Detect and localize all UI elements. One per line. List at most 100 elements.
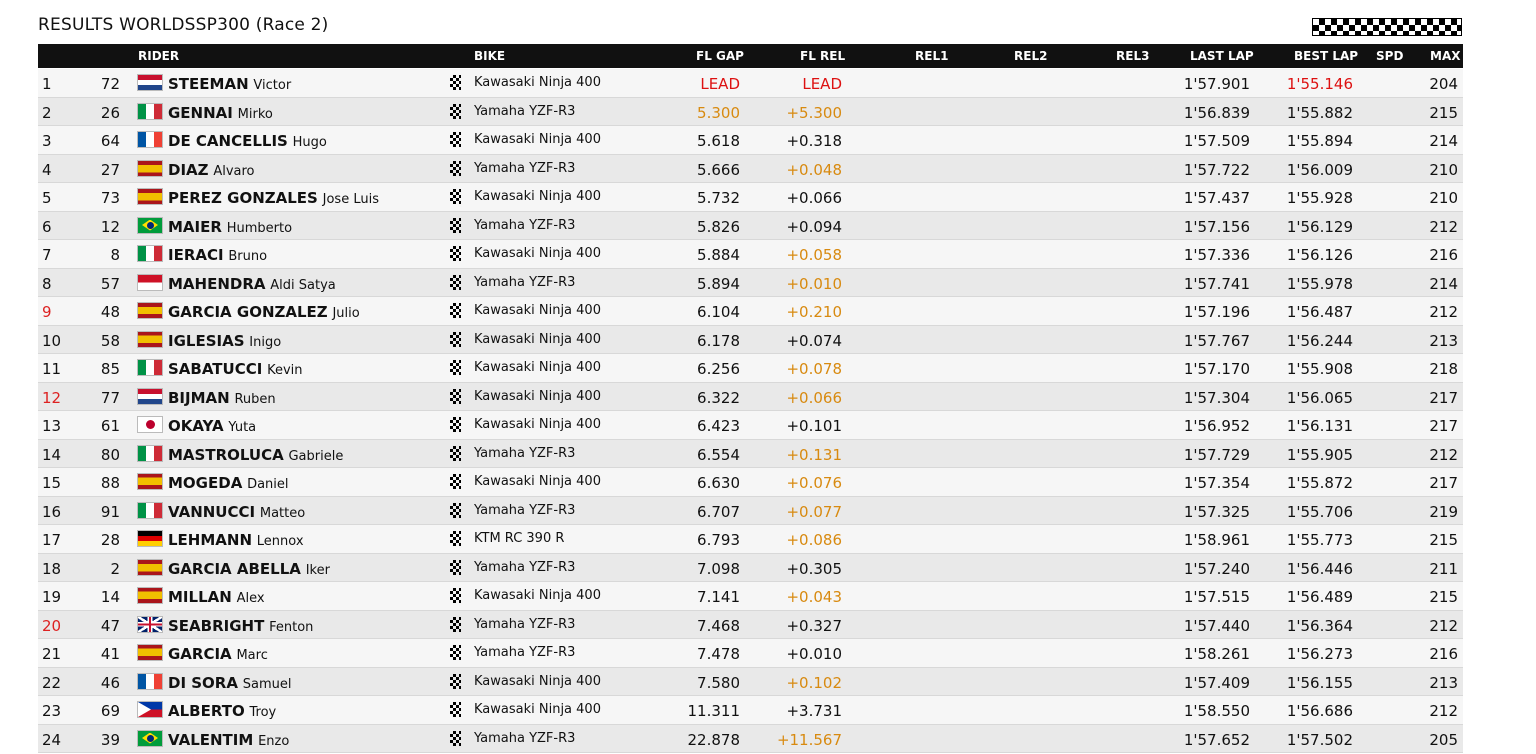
table-row[interactable]: 13 61 OKAYA Yuta Kawasaki Ninja 400 6.423 +0.… [38,411,1463,440]
rider-name[interactable]: GARCIA ABELLA Iker [168,560,330,578]
best-lap: 1'56.686 [1286,702,1353,720]
fl-gap: 6.707 [697,502,740,521]
table-row[interactable]: 3 64 DE CANCELLIS Hugo Kawasaki Ninja 400 5.… [38,126,1463,155]
bike-name: Yamaha YZF-R3 [474,274,576,290]
table-row[interactable]: 21 41 GARCIA Marc Yamaha YZF-R3 7.478 +0.010 1… [38,639,1463,668]
rider-last-name: GARCIA ABELLA [168,559,301,578]
country-flag-icon [137,501,163,519]
position: 7 [42,246,52,264]
max-speed: 212 [1429,445,1458,464]
table-row[interactable]: 9 48 GARCIA GONZALEZ Julio Kawasaki Ninja 4… [38,297,1463,326]
rider-first-name: Bruno [228,249,268,264]
bike-name: Kawasaki Ninja 400 [474,303,601,318]
checkered-flag-icon [450,588,461,603]
max-speed: 204 [1429,75,1458,93]
bike-name: Yamaha YZF-R3 [474,445,576,461]
rider-name[interactable]: MILLAN Alex [168,588,265,606]
max-speed: 217 [1429,417,1458,435]
table-row[interactable]: 5 73 PEREZ GONZALES Jose Luis Kawasaki Ninj… [38,183,1463,212]
table-row[interactable]: 7 8 IERACI Bruno Kawasaki Ninja 400 5.884 +0.… [38,240,1463,269]
rider-name[interactable]: IGLESIAS Inigo [168,332,281,350]
rider-name[interactable]: MASTROLUCA Gabriele [168,446,343,464]
last-lap: 1'57.652 [1183,730,1250,749]
rider-name[interactable]: GARCIA GONZALEZ Julio [168,303,360,321]
table-row[interactable]: 11 85 SABATUCCI Kevin Kawasaki Ninja 400 6.2… [38,354,1463,383]
bike-name: Kawasaki Ninja 400 [474,588,601,603]
rider-name[interactable]: GENNAI Mirko [168,104,273,122]
rider-number: 80 [100,445,120,464]
rider-name[interactable]: MOGEDA Daniel [168,474,289,492]
rider-name[interactable]: DI SORA Samuel [168,674,291,692]
fl-rel: +11.567 [776,730,842,749]
rider-first-name: Aldi Satya [270,277,336,293]
table-row[interactable]: 10 58 IGLESIAS Inigo Kawasaki Ninja 400 6.17… [38,325,1463,354]
rider-last-name: IERACI [168,246,224,264]
last-lap: 1'57.336 [1183,246,1250,264]
country-flag-icon [137,302,163,319]
rider-number: 28 [100,531,120,549]
rider-name[interactable]: IERACI Bruno [168,246,267,264]
max-speed: 212 [1429,616,1458,635]
best-lap: 1'55.894 [1286,132,1353,150]
country-flag-icon [137,216,163,234]
rider-name[interactable]: SEABRIGHT Fenton [168,617,313,635]
table-row[interactable]: 1 72 STEEMAN Victor Kawasaki Ninja 400 LEAD L… [38,69,1463,98]
table-row[interactable]: 20 47 SEABRIGHT Fenton Yamaha YZF-R3 7.468 +0… [38,610,1463,639]
table-row[interactable]: 16 91 VANNUCCI Matteo Yamaha YZF-R3 6.707 +0.… [38,496,1463,525]
rider-name[interactable]: PEREZ GONZALES Jose Luis [168,189,379,207]
checkered-flag-icon [450,274,461,290]
fl-gap: 5.826 [697,217,740,236]
rider-first-name: Victor [253,78,292,93]
table-row[interactable]: 17 28 LEHMANN Lennox KTM RC 390 R 6.793 +0.08… [38,525,1463,554]
table-row[interactable]: 2 26 GENNAI Mirko Yamaha YZF-R3 5.300 +5.300 1… [38,97,1463,126]
fl-rel: +0.131 [786,445,842,464]
rider-name[interactable]: VANNUCCI Matteo [168,503,305,521]
last-lap: 1'57.325 [1183,502,1250,521]
max-speed: 215 [1429,103,1458,122]
country-flag-icon [137,672,163,690]
rider-name[interactable]: VALENTIM Enzo [168,731,289,749]
table-row[interactable]: 18 2 GARCIA ABELLA Iker Yamaha YZF-R3 7.098 +… [38,553,1463,582]
fl-rel: +0.305 [786,559,842,578]
rider-name[interactable]: DE CANCELLIS Hugo [168,132,327,150]
table-row[interactable]: 4 27 DIAZ Alvaro Yamaha YZF-R3 5.666 +0.048 1'… [38,154,1463,183]
rider-first-name: Hugo [292,135,327,150]
rider-first-name: Samuel [242,676,292,692]
max-speed: 210 [1429,189,1458,207]
table-row[interactable]: 19 14 MILLAN Alex Kawasaki Ninja 400 7.141 +0… [38,582,1463,611]
table-row[interactable]: 12 77 BIJMAN Ruben Kawasaki Ninja 400 6.322 +… [38,382,1463,411]
rider-last-name: IGLESIAS [168,331,245,350]
country-flag-icon [137,444,163,462]
rider-name[interactable]: OKAYA Yuta [168,417,256,435]
rider-name[interactable]: MAHENDRA Aldi Satya [168,275,336,293]
table-row[interactable]: 8 57 MAHENDRA Aldi Satya Yamaha YZF-R3 5.894… [38,268,1463,297]
max-speed: 212 [1429,217,1458,236]
rider-name[interactable]: DIAZ Alvaro [168,161,255,179]
last-lap: 1'56.952 [1183,417,1250,435]
rider-name[interactable]: BIJMAN Ruben [168,389,276,407]
table-row[interactable]: 6 12 MAIER Humberto Yamaha YZF-R3 5.826 +0.09… [38,211,1463,240]
country-flag-icon [137,387,163,405]
table-row[interactable]: 23 69 ALBERTO Troy Kawasaki Ninja 400 11.311… [38,696,1463,725]
rider-name[interactable]: LEHMANN Lennox [168,531,304,549]
fl-rel: +0.327 [786,616,842,635]
header-rel1: REL1 [915,49,949,63]
rider-name[interactable]: SABATUCCI Kevin [168,360,303,378]
fl-rel: +0.066 [786,388,842,407]
rider-number: 85 [100,360,120,378]
max-speed: 213 [1429,331,1458,350]
rider-name[interactable]: GARCIA Marc [168,645,268,663]
table-row[interactable]: 24 39 VALENTIM Enzo Yamaha YZF-R3 22.878 +11.… [38,724,1463,753]
table-row[interactable]: 14 80 MASTROLUCA Gabriele Yamaha YZF-R3 6.55… [38,439,1463,468]
position: 24 [42,730,62,749]
checkered-flag-icon [450,645,461,660]
rider-name[interactable]: STEEMAN Victor [168,75,291,93]
table-row[interactable]: 22 46 DI SORA Samuel Kawasaki Ninja 400 7.58… [38,667,1463,696]
position: 19 [42,588,62,606]
table-row[interactable]: 15 88 MOGEDA Daniel Kawasaki Ninja 400 6.630… [38,468,1463,497]
rider-first-name: Enzo [258,733,290,749]
rider-name[interactable]: ALBERTO Troy [168,702,276,720]
rider-last-name: OKAYA [168,417,224,435]
rider-last-name: MILLAN [168,588,232,606]
rider-name[interactable]: MAIER Humberto [168,218,292,236]
